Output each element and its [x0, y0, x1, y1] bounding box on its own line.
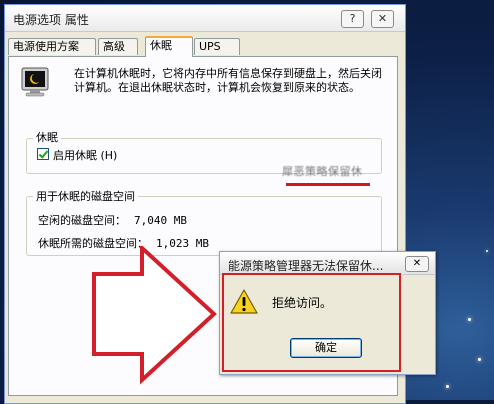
hibernate-description: 在计算机休眠时，它将内存中所有信息保存到硬盘上，然后关闭计算机。在退出休眠状态时… [74, 67, 382, 94]
close-button[interactable]: ✕ [371, 10, 394, 28]
desktop-star [486, 250, 488, 252]
tab-hibernate[interactable]: 休眠 [145, 36, 193, 57]
monitor-icon [21, 67, 49, 97]
hibernate-group-label: 休眠 [33, 129, 61, 145]
desktop-star [446, 385, 449, 388]
desktop-star [468, 318, 471, 321]
red-underline-annotation [286, 183, 370, 186]
error-message: 拒绝访问。 [272, 296, 333, 310]
free-space-value: 7,040 MB [134, 214, 187, 227]
enable-hibernate-label[interactable]: 启用休眠 (H) [53, 147, 117, 163]
dialog-titlebar[interactable]: 电源选项 属性 ? ✕ [5, 5, 405, 32]
error-close-button[interactable]: ✕ [405, 256, 429, 272]
tab-power-schemes[interactable]: 电源使用方案 [8, 38, 96, 55]
desktop-star [478, 358, 481, 361]
enable-hibernate-checkbox[interactable] [37, 148, 49, 160]
disk-space-group-label: 用于休眠的磁盘空间 [33, 188, 138, 204]
dialog-title: 电源选项 属性 [13, 13, 89, 27]
tab-advanced[interactable]: 高级 [98, 38, 138, 55]
red-arrow-annotation [92, 246, 217, 385]
free-space-label: 空闲的磁盘空间： [38, 214, 126, 227]
warning-icon [230, 289, 258, 314]
help-button[interactable]: ? [341, 10, 364, 28]
free-space-row: 空闲的磁盘空间： 7,040 MB [38, 212, 187, 228]
error-dialog-titlebar[interactable]: 能源策略管理器无法保留休... ✕ [220, 252, 435, 275]
obscured-button-text: 犀恶策略保留休 [282, 165, 363, 178]
ok-button[interactable]: 确定 [290, 338, 362, 358]
error-dialog-title: 能源策略管理器无法保留休... [228, 259, 384, 273]
tab-ups[interactable]: UPS [194, 38, 240, 55]
